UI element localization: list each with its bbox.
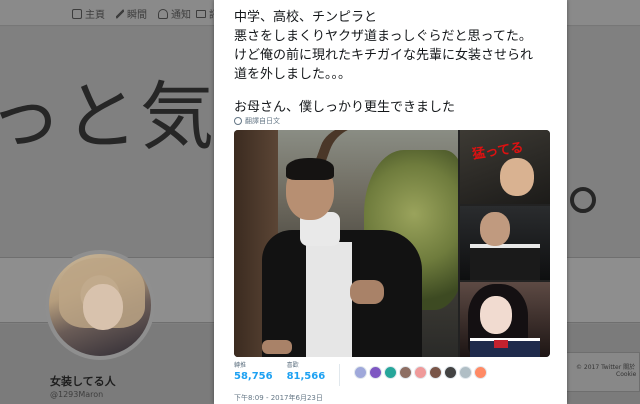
- tweet-photo-4[interactable]: [460, 282, 550, 357]
- liker-avatar[interactable]: [459, 366, 473, 379]
- person-shirt: [306, 242, 352, 357]
- translate-label: 翻譯自日文: [245, 117, 280, 125]
- likes-label: 喜歡: [286, 362, 299, 369]
- tweet-stats: 轉推 58,756 喜歡 81,566: [234, 362, 488, 386]
- translate-link[interactable]: 翻譯自日文: [234, 116, 280, 126]
- profile-name[interactable]: 女装してる人: [50, 373, 116, 389]
- photo-face: [500, 158, 534, 196]
- bell-icon: [158, 8, 168, 19]
- tweet-photo-main[interactable]: [234, 130, 458, 357]
- liker-avatar[interactable]: [399, 366, 413, 379]
- liker-avatar[interactable]: [429, 366, 443, 379]
- liker-avatar[interactable]: [369, 366, 383, 379]
- liker-avatar[interactable]: [354, 366, 368, 379]
- nav-moments[interactable]: 瞬間: [116, 6, 147, 21]
- tweet-modal: 中学、高校、チンピラと 悪さをしまくりヤクザ道まっしぐらだと思ってた。 けど俺の…: [214, 0, 567, 404]
- liker-avatar[interactable]: [384, 366, 398, 379]
- footer-about-link[interactable]: 關於: [623, 364, 635, 371]
- nav-home[interactable]: 主頁: [72, 6, 105, 21]
- photo-shirt: [470, 244, 540, 280]
- nav-notifications-label: 通知: [171, 10, 191, 21]
- retweets-count: 58,756: [234, 371, 273, 382]
- photo-face: [480, 296, 512, 334]
- liker-avatar[interactable]: [474, 366, 488, 379]
- tweet-line: 道を外しました。。。: [234, 67, 352, 82]
- liker-avatar[interactable]: [414, 366, 428, 379]
- photo-bow: [494, 340, 508, 348]
- like-stat[interactable]: 喜歡 81,566: [287, 362, 326, 383]
- home-icon: [72, 8, 82, 19]
- avatar-face: [83, 284, 123, 330]
- envelope-icon: [196, 9, 206, 18]
- person-hand: [262, 340, 292, 354]
- footer-cookies-link[interactable]: Cookie: [616, 371, 636, 378]
- stats-divider: [339, 364, 341, 386]
- tweet-line: 中学、高校、チンピラと: [234, 10, 378, 25]
- tweet-timestamp[interactable]: 下午8:09 - 2017年6月23日: [234, 393, 323, 403]
- bolt-icon: [116, 8, 124, 19]
- liker-avatar[interactable]: [444, 366, 458, 379]
- retweet-stat[interactable]: 轉推 58,756: [234, 362, 273, 383]
- tweet-media-grid: 猛ってる: [234, 130, 550, 357]
- person-hair: [286, 158, 334, 180]
- footer-copyright: © 2017 Twitter: [576, 364, 622, 371]
- nav-moments-label: 瞬間: [127, 10, 147, 21]
- tweet-line: 悪さをしまくりヤクザ道まっしぐらだと思ってた。: [234, 29, 532, 44]
- nav-notifications[interactable]: 通知: [158, 6, 191, 21]
- person-fist: [350, 280, 384, 304]
- tweet-photo-2[interactable]: 猛ってる: [460, 130, 550, 204]
- globe-icon: [234, 117, 242, 125]
- nav-home-label: 主頁: [85, 10, 105, 21]
- liker-avatars: [354, 366, 488, 379]
- banner-decoration: [570, 187, 596, 213]
- tweet-photo-3[interactable]: [460, 206, 550, 280]
- retweets-label: 轉推: [234, 362, 247, 369]
- likes-count: 81,566: [286, 371, 326, 382]
- tweet-text: 中学、高校、チンピラと 悪さをしまくりヤクザ道まっしぐらだと思ってた。 けど俺の…: [234, 8, 554, 117]
- photo-face: [480, 212, 510, 246]
- profile-handle[interactable]: @1293Maron: [50, 390, 103, 399]
- tweet-line: けど俺の前に現れたキチガイな先輩に女装させられ: [234, 48, 534, 63]
- tweet-closing-line: お母さん、僕しっかり更生できました: [234, 100, 456, 115]
- profile-avatar[interactable]: [45, 250, 155, 360]
- footer-links: © 2017 Twitter 關於 Cookie: [576, 362, 636, 378]
